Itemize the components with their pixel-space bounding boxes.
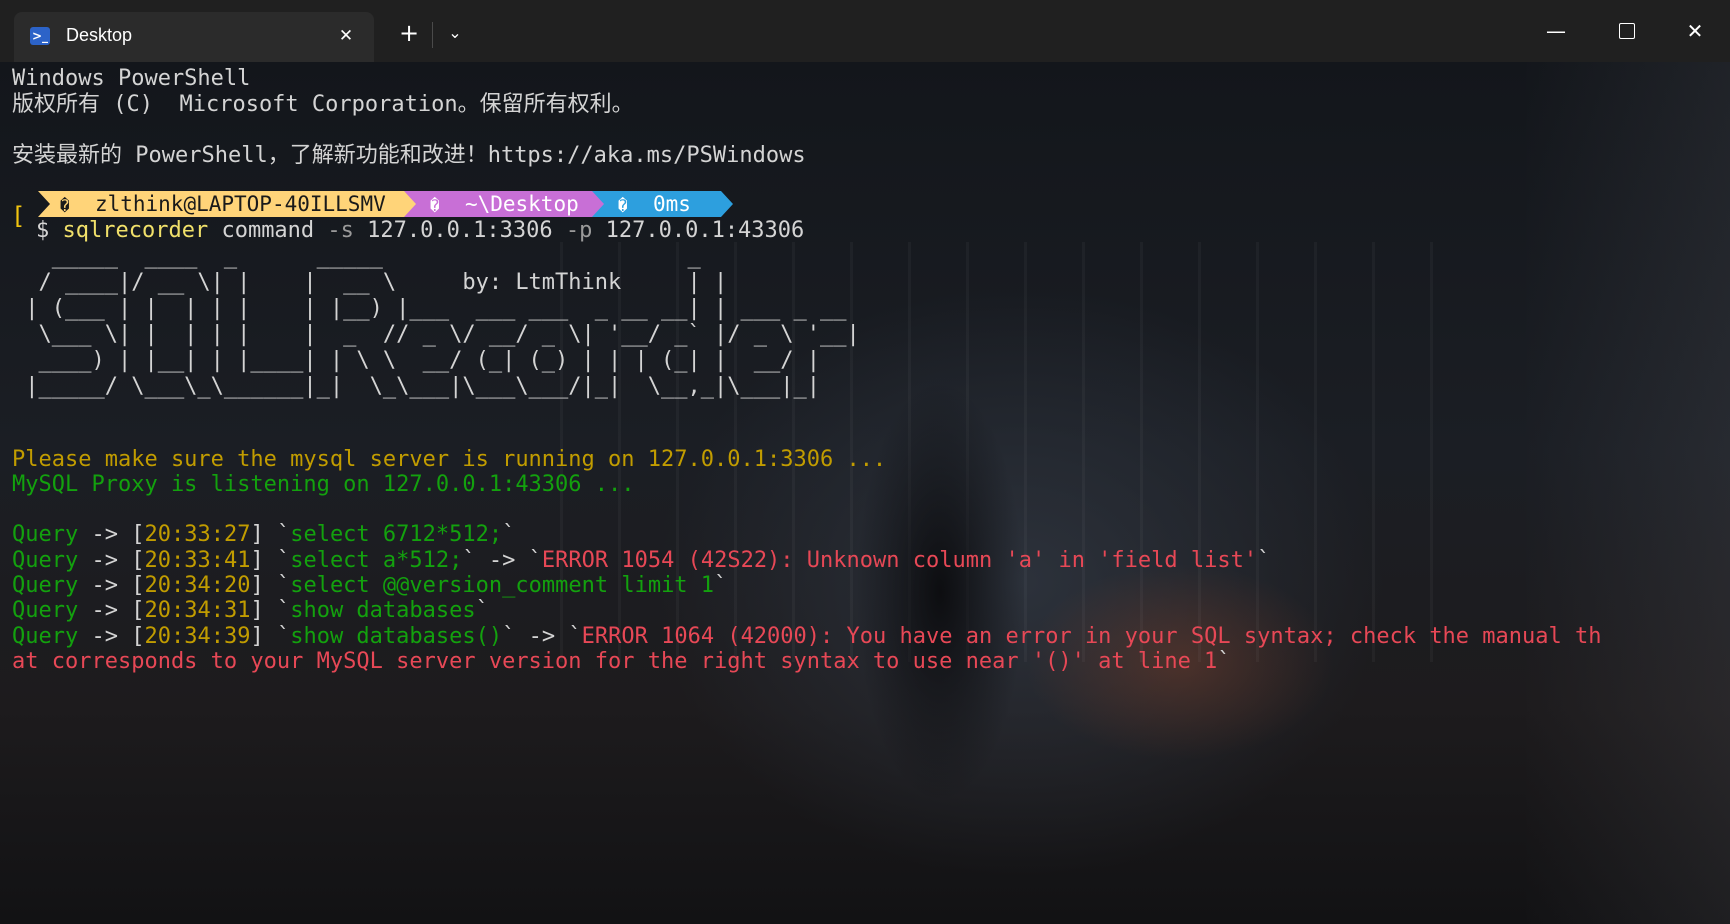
header-line-3: 安装最新的 PowerShell，了解新功能和改进！https://aka.ms… (12, 143, 806, 168)
maximize-button[interactable] (1594, 0, 1660, 62)
notice-line: Please make sure the mysql server is run… (12, 447, 887, 472)
background-curtain (1520, 62, 1730, 924)
command-line: $ sqlrecorder command -s 127.0.0.1:3306 … (36, 218, 804, 244)
query-time: 20:34:39 (144, 624, 251, 649)
chevron-down-icon: ⌄ (448, 23, 462, 42)
command-program: sqlrecorder (62, 218, 209, 243)
tab-desktop[interactable]: >_ Desktop ✕ (14, 12, 374, 62)
query-sql: select a*512; (290, 548, 463, 573)
query-time: 20:34:20 (144, 573, 251, 598)
error-continuation-line: at corresponds to your MySQL server vers… (12, 649, 1231, 674)
terminal-pane[interactable]: Windows PowerShell 版权所有 (C) Microsoft Co… (0, 62, 1730, 924)
query-sql: show databases (290, 598, 476, 623)
query-line: Query -> [20:34:20] `select @@version_co… (12, 573, 728, 598)
minimize-button[interactable]: — (1523, 0, 1589, 62)
command-flag-p: -p (565, 218, 593, 243)
new-tab-button[interactable]: + (392, 16, 426, 50)
minimize-icon: — (1546, 19, 1566, 43)
folder-icon: � (430, 196, 440, 215)
title-bar: >_ Desktop ✕ + ⌄ — ✕ (0, 0, 1730, 62)
query-time: 20:33:27 (144, 522, 251, 547)
tab-dropdown-button[interactable]: ⌄ (438, 16, 472, 50)
prompt-symbol: $ (36, 218, 50, 243)
header-line-2: 版权所有 (C) Microsoft Corporation。保留所有权利。 (12, 92, 634, 117)
user-icon: � (60, 196, 70, 215)
prompt-time: 0ms (652, 192, 691, 216)
tab-title: Desktop (66, 25, 133, 45)
prompt-bracket: [ (11, 202, 26, 230)
query-sql: select @@version_comment limit 1 (290, 573, 715, 598)
prompt-time-segment: � 0ms (592, 191, 733, 217)
ascii-banner: _____ ____ _ _____ _ / ____|/ __ \| | | … (25, 244, 860, 399)
prompt-path: ~\Desktop (464, 192, 579, 216)
query-line: Query -> [20:34:31] `show databases` (12, 598, 489, 623)
query-line: Query -> [20:34:39] `show databases()` -… (12, 624, 1602, 649)
query-error: ERROR 1054 (42S22): Unknown column 'a' i… (541, 548, 1258, 573)
query-time: 20:33:41 (144, 548, 251, 573)
command-arg-s: 127.0.0.1:3306 (367, 218, 553, 243)
query-error: ERROR 1064 (42000): You have an error in… (581, 624, 1602, 649)
header-line-1: Windows PowerShell (12, 66, 251, 91)
query-time: 20:34:31 (144, 598, 251, 623)
query-line: Query -> [20:33:41] `select a*512;` -> `… (12, 548, 1271, 573)
query-sql: select 6712*512; (290, 522, 503, 547)
title-bar-divider (432, 22, 433, 48)
query-line: Query -> [20:33:27] `select 6712*512;` (12, 522, 516, 547)
command-arg-p: 127.0.0.1:43306 (605, 218, 805, 243)
powershell-icon: >_ (30, 27, 50, 45)
command-flag-s: -s (327, 218, 354, 243)
timer-icon: � (618, 196, 628, 215)
close-icon: ✕ (1686, 19, 1704, 43)
listen-line: MySQL Proxy is listening on 127.0.0.1:43… (12, 472, 635, 497)
query-sql: show databases() (290, 624, 503, 649)
tab-close-button[interactable]: ✕ (332, 22, 360, 50)
prompt-path-segment: � ~\Desktop (404, 191, 610, 217)
prompt-user-segment: � zlthink@LAPTOP-40ILLSMV (38, 191, 420, 217)
prompt-user: zlthink@LAPTOP-40ILLSMV (94, 192, 386, 216)
maximize-icon (1619, 22, 1635, 39)
close-window-button[interactable]: ✕ (1662, 0, 1728, 62)
command-subcommand: command (221, 218, 315, 243)
